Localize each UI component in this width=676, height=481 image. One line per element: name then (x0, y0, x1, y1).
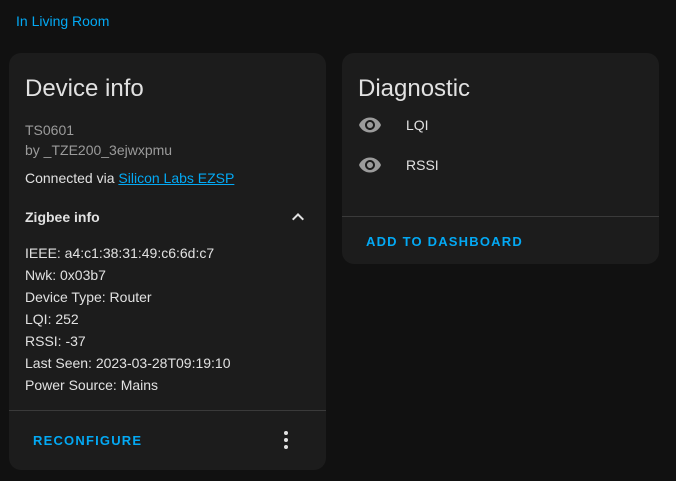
device-info-card: Device info TS0601 by _TZE200_3ejwxpmu C… (9, 53, 326, 470)
diagnostic-entity-name: RSSI (406, 157, 439, 173)
zigbee-device-type: Device Type: Router (25, 289, 152, 305)
device-info-title: Device info (25, 75, 144, 102)
diagnostic-entity-lqi[interactable]: LQI (358, 113, 429, 137)
diagnostic-card: Diagnostic LQI RSSI ADD TO DASHBOARD (342, 53, 659, 264)
connected-via-link[interactable]: Silicon Labs EZSP (118, 170, 234, 186)
add-to-dashboard-button[interactable]: ADD TO DASHBOARD (366, 234, 523, 249)
zigbee-nwk: Nwk: 0x03b7 (25, 267, 106, 283)
card-divider (9, 410, 326, 411)
device-model: TS0601 (25, 122, 75, 138)
zigbee-info-toggle[interactable]: Zigbee info (25, 207, 310, 227)
area-link[interactable]: In Living Room (16, 13, 109, 29)
connected-via: Connected via Silicon Labs EZSP (25, 170, 234, 186)
zigbee-info-list: IEEE: a4:c1:38:31:49:c6:6d:c7 Nwk: 0x03b… (25, 242, 231, 396)
diagnostic-title: Diagnostic (358, 75, 471, 102)
zigbee-last-seen: Last Seen: 2023-03-28T09:19:10 (25, 355, 231, 371)
zigbee-rssi: RSSI: -37 (25, 333, 86, 349)
zigbee-lqi: LQI: 252 (25, 311, 79, 327)
card-divider (342, 216, 659, 217)
zigbee-ieee: IEEE: a4:c1:38:31:49:c6:6d:c7 (25, 245, 215, 261)
zigbee-info-label: Zigbee info (25, 209, 100, 225)
eye-icon (358, 113, 382, 137)
device-manufacturer: by _TZE200_3ejwxpmu (25, 142, 173, 158)
reconfigure-button[interactable]: RECONFIGURE (33, 433, 142, 448)
diagnostic-entity-name: LQI (406, 117, 429, 133)
chevron-up-icon[interactable] (286, 205, 310, 229)
zigbee-power-source: Power Source: Mains (25, 377, 159, 393)
more-vert-icon[interactable] (274, 428, 298, 452)
eye-icon (358, 153, 382, 177)
diagnostic-entity-rssi[interactable]: RSSI (358, 153, 439, 177)
connected-via-label: Connected via (25, 170, 119, 186)
